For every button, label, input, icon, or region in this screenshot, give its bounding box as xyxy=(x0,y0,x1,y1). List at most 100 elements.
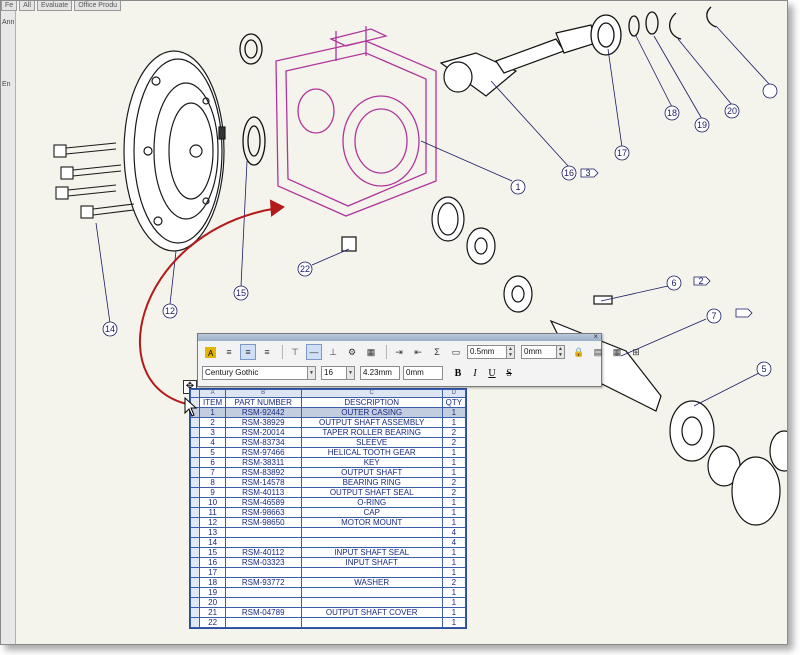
table-cell[interactable]: RSM-40113 xyxy=(224,487,302,498)
input-shaft-part[interactable] xyxy=(439,24,597,97)
table-cell[interactable]: 1 xyxy=(441,617,467,628)
table-cell[interactable]: 20 xyxy=(199,597,226,608)
chevron-down-icon[interactable]: ▼ xyxy=(308,366,316,380)
column-header[interactable]: QTY xyxy=(441,397,467,408)
table-cell[interactable]: 8 xyxy=(199,477,226,488)
table-cell[interactable]: 2 xyxy=(441,437,467,448)
table-cell[interactable]: INPUT SHAFT xyxy=(300,557,443,568)
table-cell[interactable] xyxy=(224,527,302,538)
table-cell[interactable]: 5 xyxy=(199,447,226,458)
table-row[interactable]: 17 1 xyxy=(189,567,467,578)
table-cell[interactable]: 17 xyxy=(199,567,226,578)
underline-button[interactable]: U xyxy=(485,366,499,380)
row-handle[interactable] xyxy=(189,537,201,548)
table-cell[interactable]: 11 xyxy=(199,507,226,518)
table-cell[interactable]: HELICAL TOOTH GEAR xyxy=(300,447,443,458)
cell-padding-spinner[interactable]: ▲ ▼ xyxy=(557,345,565,359)
table-cell[interactable]: 2 xyxy=(441,487,467,498)
table-row[interactable]: 15 RSM-40112 INPUT SHAFT SEAL 1 xyxy=(189,547,467,558)
table-row[interactable]: 19 1 xyxy=(189,587,467,598)
table-cell[interactable]: 1 xyxy=(441,407,467,418)
row-handle[interactable] xyxy=(189,447,201,458)
input-shaft-seal-part[interactable] xyxy=(239,33,266,166)
valign-bottom-icon[interactable]: ⊥ xyxy=(325,344,341,360)
table-row[interactable]: 2 RSM-38929 OUTPUT SHAFT ASSEMBLY 1 xyxy=(189,417,467,428)
font-name-select[interactable]: Century Gothic xyxy=(202,366,308,380)
table-cell[interactable]: TAPER ROLLER BEARING xyxy=(300,427,443,438)
row-handle[interactable] xyxy=(189,597,201,608)
table-row[interactable]: 4 RSM-83734 SLEEVE 2 xyxy=(189,437,467,448)
table-cell[interactable]: WASHER xyxy=(300,577,443,588)
table-cell[interactable]: 1 xyxy=(441,587,467,598)
table-cell[interactable]: 15 xyxy=(199,547,226,558)
align-center-icon[interactable]: ≡ xyxy=(240,344,256,360)
row-handle[interactable] xyxy=(189,477,201,488)
table-row[interactable]: 21 RSM-04789 OUTPUT SHAFT COVER 1 xyxy=(189,607,467,618)
table-cell[interactable]: RSM-03323 xyxy=(224,557,302,568)
table-cell[interactable]: 6 xyxy=(199,457,226,468)
table-cell[interactable] xyxy=(224,567,302,578)
row-handle[interactable] xyxy=(189,557,201,568)
table-row[interactable]: 22 1 xyxy=(189,617,467,628)
table-cell[interactable]: 19 xyxy=(199,587,226,598)
table-row[interactable]: 1 RSM-92442 OUTER CASING 1 xyxy=(189,407,467,418)
feature-manager-panel[interactable]: Ann En xyxy=(1,11,16,644)
fit-table-icon[interactable]: ⊞ xyxy=(628,344,644,360)
table-row[interactable]: 6 RSM-38311 KEY 1 xyxy=(189,457,467,468)
table-row[interactable]: 14 4 xyxy=(189,537,467,548)
table-cell[interactable]: 18 xyxy=(199,577,226,588)
table-cell[interactable]: RSM-92442 xyxy=(224,407,302,418)
table-cell[interactable]: RSM-98663 xyxy=(224,507,302,518)
table-cell[interactable]: RSM-83892 xyxy=(224,467,302,478)
table-cell[interactable]: 14 xyxy=(199,537,226,548)
align-right-icon[interactable]: ≡ xyxy=(259,344,275,360)
grid-icon[interactable]: ▦ xyxy=(609,344,625,360)
sum-icon[interactable]: Σ xyxy=(429,344,445,360)
table-row[interactable]: 12 RSM-98650 MOTOR MOUNT 1 xyxy=(189,517,467,528)
table-cell[interactable]: RSM-04789 xyxy=(224,607,302,618)
row-handle[interactable] xyxy=(189,527,201,538)
table-cell[interactable]: RSM-20014 xyxy=(224,427,302,438)
outer-casing-part[interactable] xyxy=(275,26,437,217)
table-cell[interactable]: 2 xyxy=(441,427,467,438)
table-cell[interactable] xyxy=(300,567,443,578)
table-cell[interactable]: OUTPUT SHAFT ASSEMBLY xyxy=(300,417,443,428)
table-cell[interactable] xyxy=(224,537,302,548)
column-header[interactable]: DESCRIPTION xyxy=(300,397,443,408)
table-cell[interactable]: 1 xyxy=(441,457,467,468)
table-row[interactable]: 16 RSM-03323 INPUT SHAFT 1 xyxy=(189,557,467,568)
italic-button[interactable]: I xyxy=(468,366,482,380)
row-handle[interactable] xyxy=(189,517,201,528)
table-cell[interactable]: RSM-38311 xyxy=(224,457,302,468)
table-cell[interactable]: 2 xyxy=(441,577,467,588)
insert-row-icon[interactable]: ⇥ xyxy=(391,344,407,360)
chevron-down-icon[interactable]: ▼ xyxy=(347,366,355,380)
column-letter[interactable]: B xyxy=(224,389,302,398)
table-cell[interactable] xyxy=(224,617,302,628)
table-cell[interactable]: 7 xyxy=(199,467,226,478)
table-cell[interactable]: 1 xyxy=(199,407,226,418)
table-cell[interactable]: 1 xyxy=(441,607,467,618)
table-cell[interactable]: 22 xyxy=(199,617,226,628)
table-cell[interactable] xyxy=(300,617,443,628)
table-cell[interactable]: 9 xyxy=(199,487,226,498)
table-row[interactable]: 18 RSM-93772 WASHER 2 xyxy=(189,577,467,588)
table-row[interactable]: 20 1 xyxy=(189,597,467,608)
table-cell[interactable]: 4 xyxy=(441,527,467,538)
table-cell[interactable]: 1 xyxy=(441,507,467,518)
table-cell[interactable]: 1 xyxy=(441,597,467,608)
text-height-input[interactable]: 4.23mm xyxy=(360,366,400,380)
table-cell[interactable]: 1 xyxy=(441,447,467,458)
row-handle[interactable] xyxy=(189,617,201,628)
table-cell[interactable]: 12 xyxy=(199,517,226,528)
font-size-select[interactable]: 16 xyxy=(321,366,347,380)
row-handle[interactable] xyxy=(189,607,201,618)
table-cell[interactable]: 2 xyxy=(199,417,226,428)
table-cell[interactable]: 1 xyxy=(441,497,467,508)
table-row[interactable]: 13 4 xyxy=(189,527,467,538)
table-properties-icon[interactable]: ⚙ xyxy=(344,344,360,360)
row-handle[interactable] xyxy=(189,427,201,438)
border-icon[interactable]: ▭ xyxy=(448,344,464,360)
row-handle[interactable] xyxy=(189,567,201,578)
table-cell[interactable]: 13 xyxy=(199,527,226,538)
